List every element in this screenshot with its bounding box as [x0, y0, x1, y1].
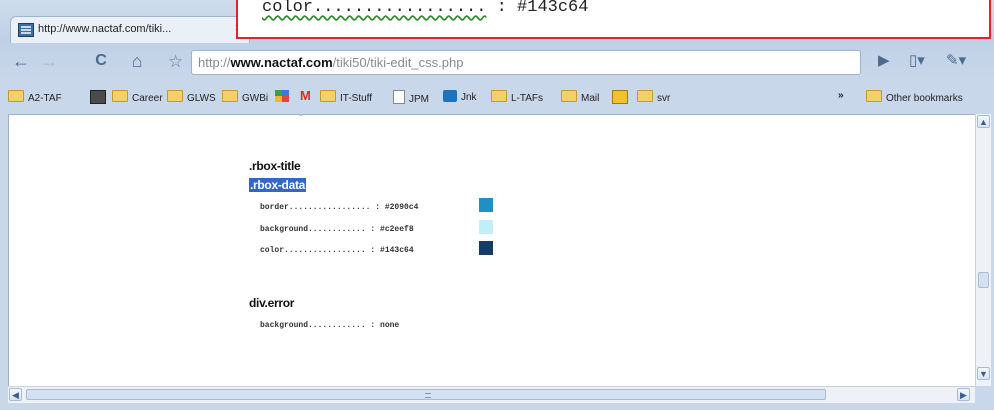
- site-icon: [443, 90, 457, 102]
- home-icon[interactable]: ⌂: [126, 51, 148, 71]
- bookmark-mail[interactable]: Mail: [561, 90, 599, 106]
- folder-icon: [866, 90, 882, 102]
- bookmark-career[interactable]: Career: [112, 90, 163, 106]
- color-swatch-border: [479, 198, 493, 212]
- address-url: http://www.nactaf.com/tiki50/tiki-edit_c…: [198, 55, 464, 70]
- folder-icon: [561, 90, 577, 102]
- browser-tab[interactable]: http://www.nactaf.com/tiki... ×: [10, 16, 250, 43]
- bookmarks-bar: A2-TAF Career GLWS GWBi M IT-Stuff JPM J…: [0, 87, 994, 109]
- bookmarks-overflow-icon[interactable]: »: [838, 90, 844, 106]
- selector-rbox-title: .rbox-title: [249, 159, 301, 173]
- bookmark-glws[interactable]: GLWS: [167, 90, 216, 106]
- css-property-background: background............ : #c2eef8: [260, 225, 414, 234]
- bookmark-it-stuff[interactable]: IT-Stuff: [320, 90, 372, 106]
- forward-icon[interactable]: →: [38, 51, 60, 71]
- zoom-overlay: color................. : #143c64: [236, 0, 991, 39]
- zoomed-value: #143c64: [517, 0, 589, 17]
- database-icon: [90, 90, 106, 104]
- page-menu-icon[interactable]: ▯▾: [909, 51, 925, 69]
- site-favicon-icon: [18, 23, 34, 37]
- reload-icon[interactable]: C: [90, 51, 112, 71]
- css-property-error-background: background............ : none: [260, 321, 400, 330]
- scroll-up-icon[interactable]: ▲: [977, 115, 990, 128]
- color-swatch-color: [479, 241, 493, 255]
- scroll-right-icon[interactable]: ▶: [957, 388, 970, 401]
- color-swatch-background: [479, 220, 493, 234]
- folder-icon: [112, 90, 128, 102]
- gmail-icon[interactable]: M: [300, 88, 311, 104]
- bookmark-svr[interactable]: svr: [637, 90, 670, 106]
- scroll-left-icon[interactable]: ◀: [9, 388, 22, 401]
- zoomed-separator: :: [486, 0, 518, 17]
- address-bar[interactable]: ☆ http://www.nactaf.com/tiki50/tiki-edit…: [168, 50, 861, 75]
- folder-icon: [637, 90, 653, 102]
- selector-rbox-data: .rbox-data: [249, 178, 307, 192]
- css-property-border: border................. : #2090c4: [260, 203, 419, 212]
- bookmark-jnk[interactable]: Jnk: [443, 90, 477, 106]
- bookmark-a2-taf[interactable]: A2-TAF: [8, 90, 62, 106]
- scroll-down-icon[interactable]: ▼: [977, 367, 990, 380]
- go-icon[interactable]: ▶: [878, 51, 890, 69]
- zoomed-property: color.................: [262, 0, 487, 17]
- google-icon: [275, 90, 289, 102]
- tab-title: http://www.nactaf.com/tiki...: [38, 23, 172, 35]
- folder-icon: [222, 90, 238, 102]
- vertical-scrollbar[interactable]: ▲ ▼: [975, 114, 991, 386]
- bookmark-other[interactable]: Other bookmarks: [866, 90, 963, 106]
- selector-div-error: div.error: [249, 296, 295, 310]
- vertical-scroll-thumb[interactable]: [978, 272, 989, 288]
- bookmark-google-icon[interactable]: [275, 90, 293, 106]
- folder-icon: [8, 90, 24, 102]
- bookmark-star-icon[interactable]: ☆: [168, 52, 183, 72]
- site-icon: [612, 90, 628, 104]
- page-icon: [393, 90, 405, 104]
- horizontal-scroll-thumb[interactable]: [26, 389, 826, 400]
- css-property-color: color................. : #143c64: [260, 246, 414, 255]
- clipped-line: font-weight........... : bold: [260, 115, 450, 117]
- browser-window: http://www.nactaf.com/tiki... × color...…: [0, 0, 994, 410]
- horizontal-scrollbar[interactable]: ◀ ▶: [8, 386, 975, 403]
- bookmark-gwbi[interactable]: GWBi: [222, 90, 268, 106]
- bookmark-jpm[interactable]: JPM: [393, 90, 429, 106]
- folder-icon: [167, 90, 183, 102]
- folder-icon: [320, 90, 336, 102]
- zoomed-css-line: color................. : #143c64: [262, 0, 588, 17]
- back-icon[interactable]: ←: [10, 51, 32, 71]
- folder-icon: [491, 90, 507, 102]
- bookmark-sql-icon[interactable]: [90, 90, 110, 106]
- page-viewport: font-weight........... : bold .rbox-titl…: [8, 114, 975, 387]
- bookmark-yellow-icon[interactable]: [612, 90, 632, 106]
- navigation-toolbar: ← → C ⌂ ☆ http://www.nactaf.com/tiki50/t…: [8, 46, 994, 78]
- tools-menu-icon[interactable]: ✎▾: [946, 51, 966, 69]
- bookmark-l-tafs[interactable]: L-TAFs: [491, 90, 543, 106]
